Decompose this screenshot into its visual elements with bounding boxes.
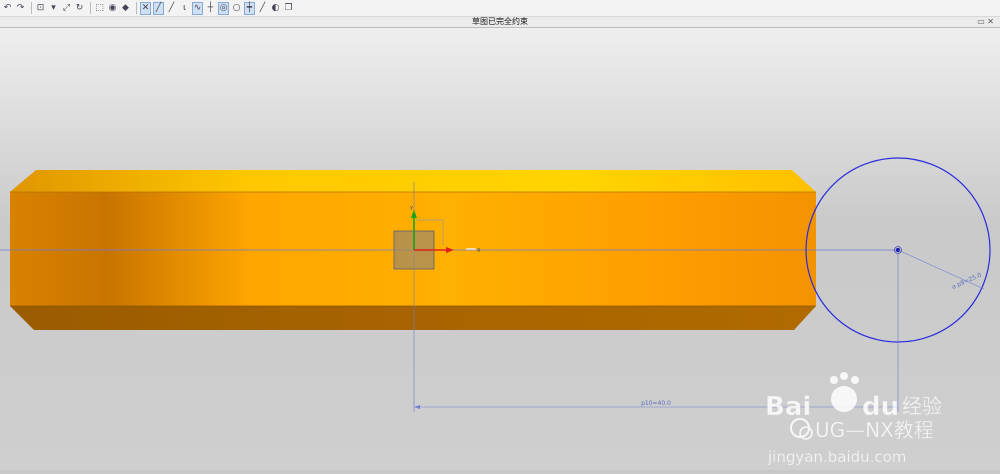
hex-bar-bottom-face bbox=[10, 306, 816, 330]
sketch-toolbar: ↶ ↷ ⊡ ▾ ⤢ ↻ ⬚ ◉ ◆ ✕ ╱ ╱ ι ∿ ┼ ◎ ○ ┿ ╱ ◐ ❐ bbox=[0, 0, 1000, 17]
shaded-view-button[interactable]: ◉ bbox=[107, 2, 118, 15]
toolbar-separator bbox=[136, 2, 137, 14]
toolbar-separator bbox=[31, 2, 32, 14]
paw-icon bbox=[831, 386, 857, 412]
line-tool-button[interactable]: ╱ bbox=[153, 1, 164, 15]
cube-view-button[interactable]: ◆ bbox=[120, 2, 131, 15]
circle-tool-button[interactable]: ◎ bbox=[218, 1, 229, 15]
arc-tool-button[interactable]: ╱ bbox=[166, 2, 177, 15]
mirror-tool-button[interactable]: ◐ bbox=[270, 2, 281, 15]
toolbar-separator bbox=[90, 2, 91, 14]
trim-tool-button[interactable]: ┿ bbox=[244, 1, 255, 15]
polygon-tool-button[interactable]: ○ bbox=[231, 2, 242, 15]
fit-view-button[interactable]: ⤢ bbox=[61, 2, 72, 15]
horizontal-dimension-label[interactable]: p10=40.0 bbox=[641, 400, 671, 407]
snap-button[interactable]: ▾ bbox=[48, 2, 59, 15]
x-axis-label: X bbox=[477, 248, 481, 254]
refresh-button[interactable]: ↻ bbox=[74, 2, 85, 15]
point-tool-button[interactable]: ┼ bbox=[205, 2, 216, 15]
hex-bar-top-face bbox=[10, 170, 816, 192]
profile-tool-button[interactable]: ✕ bbox=[140, 1, 151, 15]
copy-tool-button[interactable]: ❐ bbox=[283, 2, 294, 15]
studio-spline-button[interactable]: ∿ bbox=[192, 1, 203, 15]
redo-button[interactable]: ↷ bbox=[15, 2, 26, 15]
undo-button[interactable]: ↶ bbox=[2, 2, 13, 15]
select-filter-button[interactable]: ⊡ bbox=[35, 2, 46, 15]
box-select-button[interactable]: ⬚ bbox=[94, 2, 105, 15]
sketch-canvas[interactable]: ⌀ p9=25.0 p10=40.0 Y X Bai du 经验 UG—NX教程… bbox=[0, 28, 1000, 470]
watermark-brand-cn: 经验 bbox=[902, 394, 942, 418]
extend-tool-button[interactable]: ╱ bbox=[257, 2, 268, 15]
window-controls[interactable]: ▭ ✕ bbox=[977, 18, 994, 26]
status-bar: 草图已完全约束 ▭ ✕ bbox=[0, 17, 1000, 28]
watermark-channel: UG—NX教程 bbox=[815, 418, 934, 442]
watermark-url: jingyan.baidu.com bbox=[767, 448, 906, 466]
watermark-brand: Bai bbox=[765, 392, 811, 422]
graphics-viewport[interactable]: ⌀ p9=25.0 p10=40.0 Y X Bai du 经验 UG—NX教程… bbox=[0, 28, 1000, 470]
fillet-tool-button[interactable]: ι bbox=[179, 2, 190, 15]
status-message: 草图已完全约束 bbox=[472, 17, 528, 26]
